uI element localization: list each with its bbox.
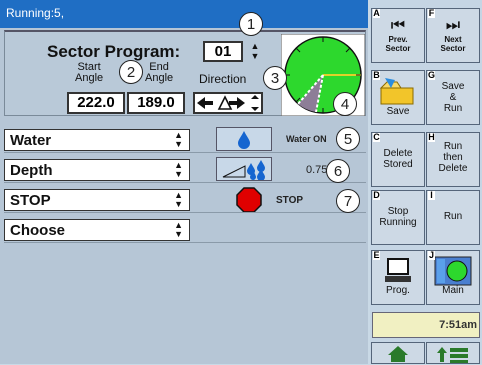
dropdown-arrows-icon: ▲ ▼ [174,220,183,239]
dropdown-arrows-icon: ▲ ▼ [174,190,183,209]
folder-save-icon [379,78,414,105]
delete-stored-button[interactable]: C Delete Stored [371,132,425,187]
water-status: Water ON [286,134,327,144]
save-button[interactable]: B Save [371,70,425,125]
main-button[interactable]: J Main [426,250,480,305]
end-angle-field[interactable]: 189.0 [127,92,185,114]
skip-back-icon: ⏮ [390,17,406,34]
dropdown-label: Choose [10,222,66,239]
softkey-letter: J [428,250,435,260]
home-icon [388,346,408,362]
dropdown-label: Water [10,132,52,149]
softkey-label: Run [443,211,463,222]
dropdown-arrows-icon: ▲ ▼ [174,160,183,179]
softkey-label: Save [386,106,410,117]
callout-4: 4 [333,92,357,116]
home-button[interactable] [371,342,425,364]
dropdown-choose[interactable]: Choose ▲ ▼ [4,219,190,241]
prev-sector-button[interactable]: A ⏮ Prev. Sector [371,8,425,63]
softkey-label: Delete Stored [383,148,413,170]
softkey-letter: F [428,8,435,18]
softkey-letter: B [373,70,380,80]
main-screen-icon [434,256,472,286]
status-bar: Running:5, [0,0,368,28]
softkey-label: Prev. Sector [385,35,411,53]
computer-icon [385,258,411,282]
dropdown-water[interactable]: Water ▲ ▼ [4,129,190,151]
sector-program-panel: Sector Program: 01 ▲ ▼ Start Angle End An… [4,12,366,116]
save-and-run-button[interactable]: G Save & Run [426,70,480,125]
callout-1: 1 [239,12,263,36]
callout-7: 7 [336,189,360,213]
depth-button[interactable] [216,157,272,181]
skip-forward-icon: ⏭ [445,17,461,34]
dropdown-label: STOP [10,192,51,209]
softkey-letter: E [373,250,380,260]
softkey-label: Next Sector [440,35,466,53]
run-then-delete-button[interactable]: H Run then Delete [426,132,480,187]
sector-program-title: Sector Program: [47,42,181,61]
softkey-letter: G [428,70,436,80]
menu-grid-icon [437,347,468,363]
clock-display: 7:51am [372,312,480,338]
row-divider [4,242,366,243]
sector-program-value[interactable]: 01 [203,41,243,62]
dropdown-arrows-icon: ▲ ▼ [174,130,183,149]
direction-arrows-icon [197,95,259,111]
depth-value: 0.75 [306,164,328,176]
softkey-letter: D [373,190,380,200]
dropdown-depth[interactable]: Depth ▲ ▼ [4,159,190,181]
callout-5: 5 [336,127,360,151]
water-toggle-button[interactable] [216,127,272,151]
run-button[interactable]: I Run [426,190,480,245]
direction-label: Direction [199,72,247,86]
stop-status: STOP [276,195,304,206]
status-text: Running:5, [6,6,65,20]
row-divider [4,152,366,153]
softkey-letter: A [373,8,380,18]
start-angle-label: Start Angle [75,61,104,84]
next-sector-button[interactable]: F ⏭ Next Sector [426,8,480,63]
softkey-letter: H [428,132,435,142]
dropdown-stop[interactable]: STOP ▲ ▼ [4,189,190,211]
stop-running-button[interactable]: D Stop Running [371,190,425,245]
softkey-label: Run then Delete [438,141,468,174]
end-angle-label: End Angle [145,61,174,84]
sector-program-spinner[interactable]: ▲ ▼ [249,41,261,63]
row-divider [4,182,366,183]
prog-button[interactable]: E Prog. [371,250,425,305]
direction-selector[interactable] [193,92,263,114]
depth-drops-icon [222,160,265,181]
stop-sign-icon[interactable] [236,187,262,213]
softkey-label: Save & Run [441,81,465,114]
callout-2: 2 [119,60,143,84]
main-panel: Running:5, Sector Program: 01 ▲ ▼ Start A… [0,0,368,364]
callout-3: 3 [263,66,287,90]
softkey-label: Prog. [386,285,410,296]
dropdown-label: Depth [10,162,53,179]
softkey-letter: I [428,191,435,200]
softkey-label: Stop Running [379,206,417,228]
callout-6: 6 [326,159,350,183]
water-drop-icon [238,131,250,149]
row-divider [4,212,366,213]
softkey-letter: C [373,132,380,142]
menu-button[interactable] [426,342,480,364]
start-angle-field[interactable]: 222.0 [67,92,125,114]
